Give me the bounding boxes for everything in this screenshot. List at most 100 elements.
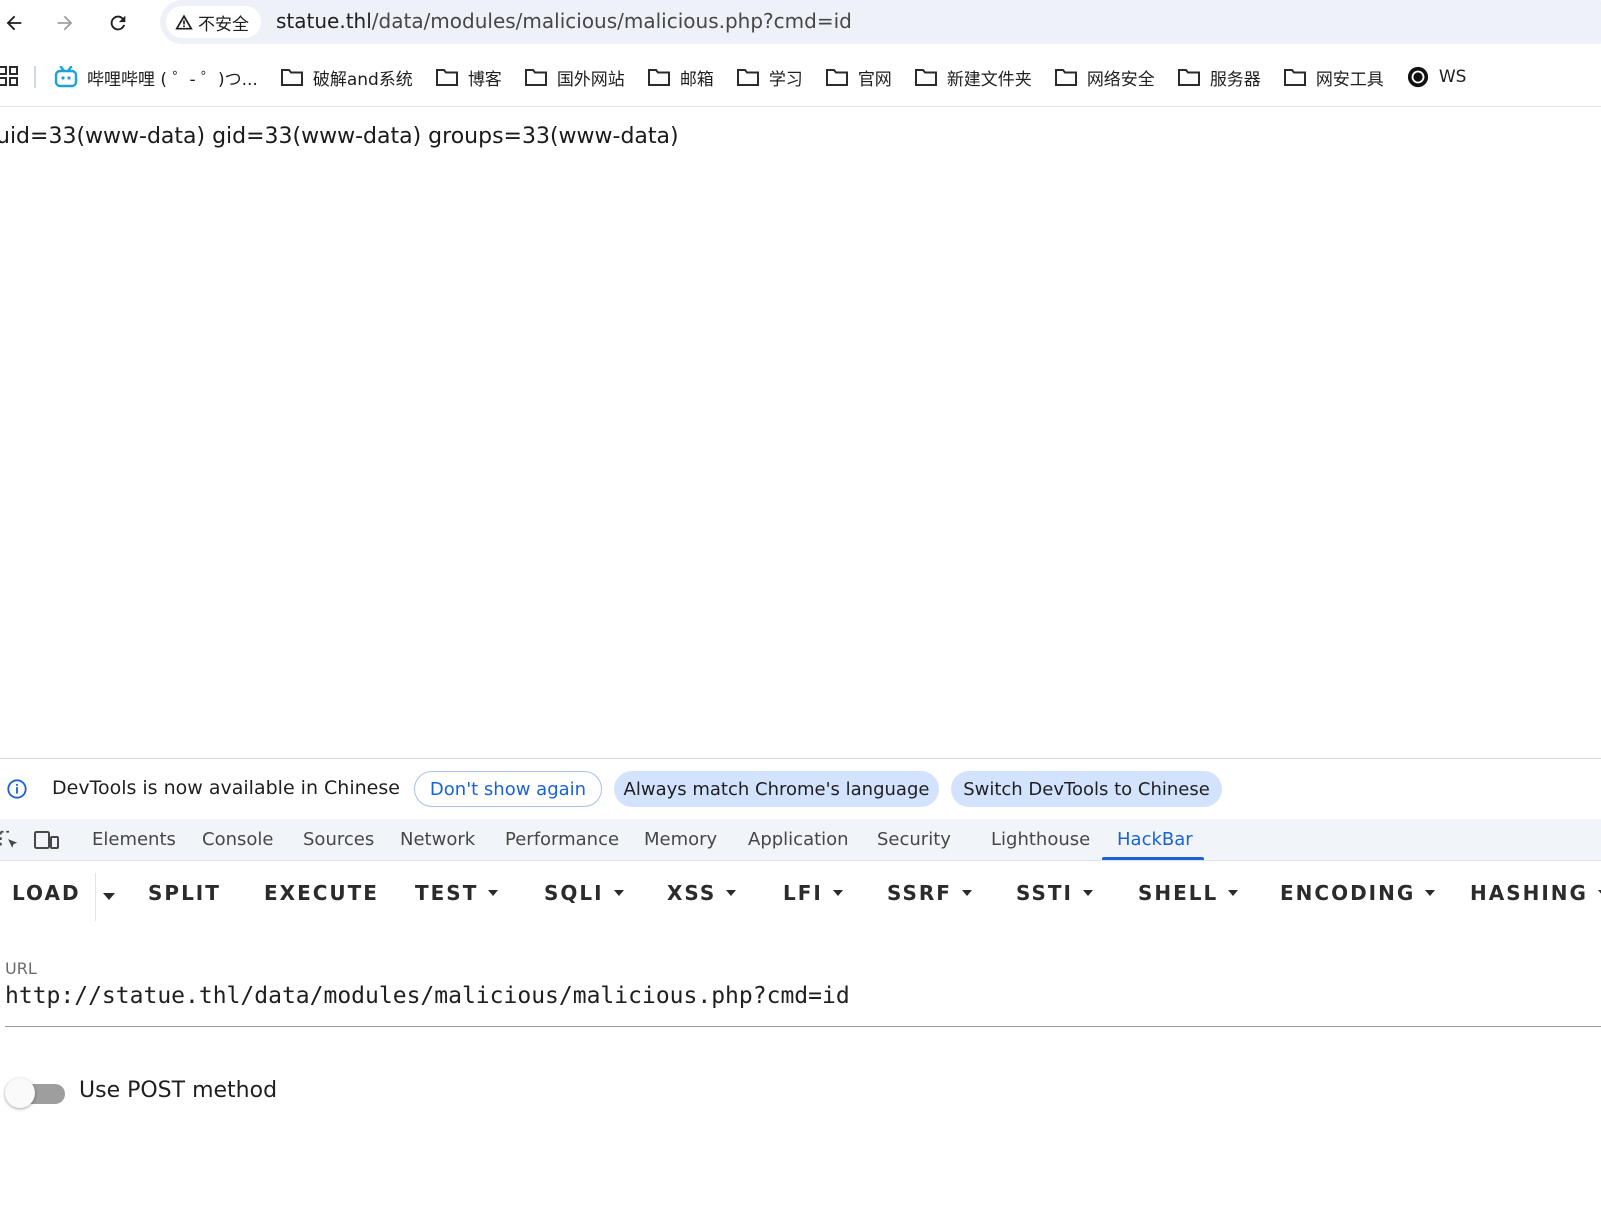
tab-memory[interactable]: Memory — [644, 829, 717, 850]
back-button[interactable] — [0, 6, 31, 40]
bookmark-label: WS — [1438, 67, 1467, 87]
bookmark-folder[interactable]: 邮箱 — [647, 65, 714, 90]
bookmark-folder[interactable]: 学习 — [736, 65, 803, 90]
shell-label: SHELL — [1138, 881, 1219, 905]
arrow-left-icon — [6, 15, 22, 31]
load-button[interactable]: LOAD — [12, 881, 81, 905]
dont-show-again-button[interactable]: Don't show again — [414, 771, 602, 807]
sqli-label: SQLI — [544, 881, 604, 905]
warning-icon — [175, 14, 193, 30]
sqli-menu-button[interactable]: SQLI — [544, 881, 624, 905]
tab-security[interactable]: Security — [877, 829, 951, 850]
caret-down-icon — [488, 890, 499, 896]
ssrf-label: SSRF — [887, 881, 952, 905]
bookmark-folder[interactable]: 国外网站 — [524, 65, 625, 90]
security-chip[interactable]: 不安全 — [166, 6, 261, 38]
browser-toolbar: 不安全 statue.thl/data/modules/malicious/ma… — [0, 0, 1601, 46]
split-button[interactable]: SPLIT — [148, 881, 221, 905]
xss-menu-button[interactable]: XSS — [667, 881, 737, 905]
post-method-toggle[interactable] — [5, 1076, 65, 1110]
folder-icon — [524, 69, 547, 86]
tab-hackbar[interactable]: HackBar — [1117, 829, 1193, 850]
url-path: /data/modules/malicious/malicious.php?cm… — [371, 9, 852, 33]
folder-icon — [914, 69, 937, 86]
toolbar-divider — [0, 106, 1601, 107]
folder-icon — [647, 69, 670, 86]
caret-down-icon — [1228, 890, 1239, 896]
always-match-language-button[interactable]: Always match Chrome's language — [614, 771, 939, 807]
tab-network[interactable]: Network — [400, 829, 475, 850]
inspect-element-icon[interactable] — [0, 829, 20, 851]
bookmark-label: 官网 — [857, 69, 892, 90]
ssrf-menu-button[interactable]: SSRF — [887, 881, 972, 905]
devtools-tabbar: Elements Console Sources Network Perform… — [0, 819, 1601, 861]
url-field-underline — [5, 1026, 1601, 1027]
hackbar-url-input[interactable]: http://statue.thl/data/modules/malicious… — [5, 983, 1601, 1013]
command-output: uid=33(www-data) gid=33(www-data) groups… — [0, 124, 679, 149]
lfi-menu-button[interactable]: LFI — [783, 881, 843, 905]
caret-down-icon — [961, 890, 972, 896]
bookmark-folder[interactable]: 网安工具 — [1283, 65, 1384, 90]
bookmark-bilibili[interactable]: 哔哩哔哩 ( ゜- ゜)つ... — [54, 65, 258, 90]
device-toggle-icon[interactable] — [34, 829, 60, 851]
bookmark-folder[interactable]: 官网 — [825, 65, 892, 90]
url-host: statue.thl — [276, 9, 372, 33]
bookmark-folder[interactable]: 新建文件夹 — [914, 65, 1032, 90]
bookmark-folder[interactable]: 博客 — [435, 65, 502, 90]
info-icon — [7, 779, 27, 799]
folder-icon — [435, 69, 458, 86]
bookmarks-bar: 哔哩哔哩 ( ゜- ゜)つ... 破解and系统 博客 国外网站 邮箱 学习 官… — [0, 54, 1601, 100]
tab-application[interactable]: Application — [748, 829, 849, 850]
xss-label: XSS — [667, 881, 717, 905]
bookmarks-separator — [34, 66, 36, 88]
test-label: TEST — [415, 881, 479, 905]
bookmark-folder[interactable]: 服务器 — [1177, 65, 1261, 90]
bookmark-label: 破解and系统 — [312, 69, 413, 90]
bookmark-folder[interactable]: 网络安全 — [1054, 65, 1155, 90]
bookmark-label: 邮箱 — [679, 69, 714, 90]
switch-to-chinese-button[interactable]: Switch DevTools to Chinese — [951, 771, 1222, 807]
bookmark-label: 网安工具 — [1315, 69, 1384, 90]
shell-menu-button[interactable]: SHELL — [1138, 881, 1239, 905]
caret-down-icon — [1083, 890, 1093, 896]
load-label: LOAD — [12, 881, 81, 905]
tab-lighthouse[interactable]: Lighthouse — [991, 829, 1090, 850]
test-menu-button[interactable]: TEST — [415, 881, 499, 905]
hashing-label: HASHING — [1470, 881, 1588, 905]
reload-button[interactable] — [101, 6, 135, 40]
bookmark-label: 国外网站 — [556, 69, 625, 90]
lfi-label: LFI — [783, 881, 823, 905]
hackbar-menu: LOAD SPLIT EXECUTE TEST SQLI XSS LFI SSR… — [0, 861, 1601, 931]
address-bar[interactable]: 不安全 statue.thl/data/modules/malicious/ma… — [160, 0, 1601, 44]
apps-grid-icon[interactable] — [0, 66, 20, 88]
execute-label: EXECUTE — [264, 881, 379, 905]
encoding-menu-button[interactable]: ENCODING — [1280, 881, 1436, 905]
forward-button[interactable] — [48, 6, 82, 40]
bookmark-label: 博客 — [467, 69, 502, 90]
bookmark-label: 学习 — [768, 69, 803, 90]
ssti-menu-button[interactable]: SSTI — [1016, 881, 1093, 905]
execute-button[interactable]: EXECUTE — [264, 881, 379, 905]
bookmark-label: 新建文件夹 — [946, 69, 1032, 90]
tab-sources[interactable]: Sources — [303, 829, 374, 850]
infobar-message: DevTools is now available in Chinese — [52, 777, 400, 799]
reload-icon — [110, 15, 126, 31]
arrow-right-icon — [57, 15, 73, 31]
url-field-label: URL — [5, 959, 37, 978]
caret-down-icon — [613, 890, 624, 896]
caret-down-icon — [832, 890, 843, 896]
tab-performance[interactable]: Performance — [505, 829, 619, 850]
load-divider — [95, 873, 96, 921]
tab-console[interactable]: Console — [202, 829, 273, 850]
bookmark-folder[interactable]: 破解and系统 — [280, 65, 413, 90]
active-tab-indicator — [1102, 857, 1204, 860]
hashing-menu-button[interactable]: HASHING — [1470, 881, 1601, 905]
tab-elements[interactable]: Elements — [92, 829, 176, 850]
ssti-label: SSTI — [1016, 881, 1073, 905]
load-dropdown-icon[interactable] — [103, 893, 115, 900]
url-display[interactable]: statue.thl/data/modules/malicious/malici… — [276, 9, 852, 33]
security-label: 不安全 — [198, 14, 249, 35]
language-infobar: DevTools is now available in Chinese Don… — [0, 759, 1601, 819]
circle-logo-icon — [1407, 66, 1428, 88]
bookmark-ws[interactable]: WS — [1406, 66, 1467, 88]
